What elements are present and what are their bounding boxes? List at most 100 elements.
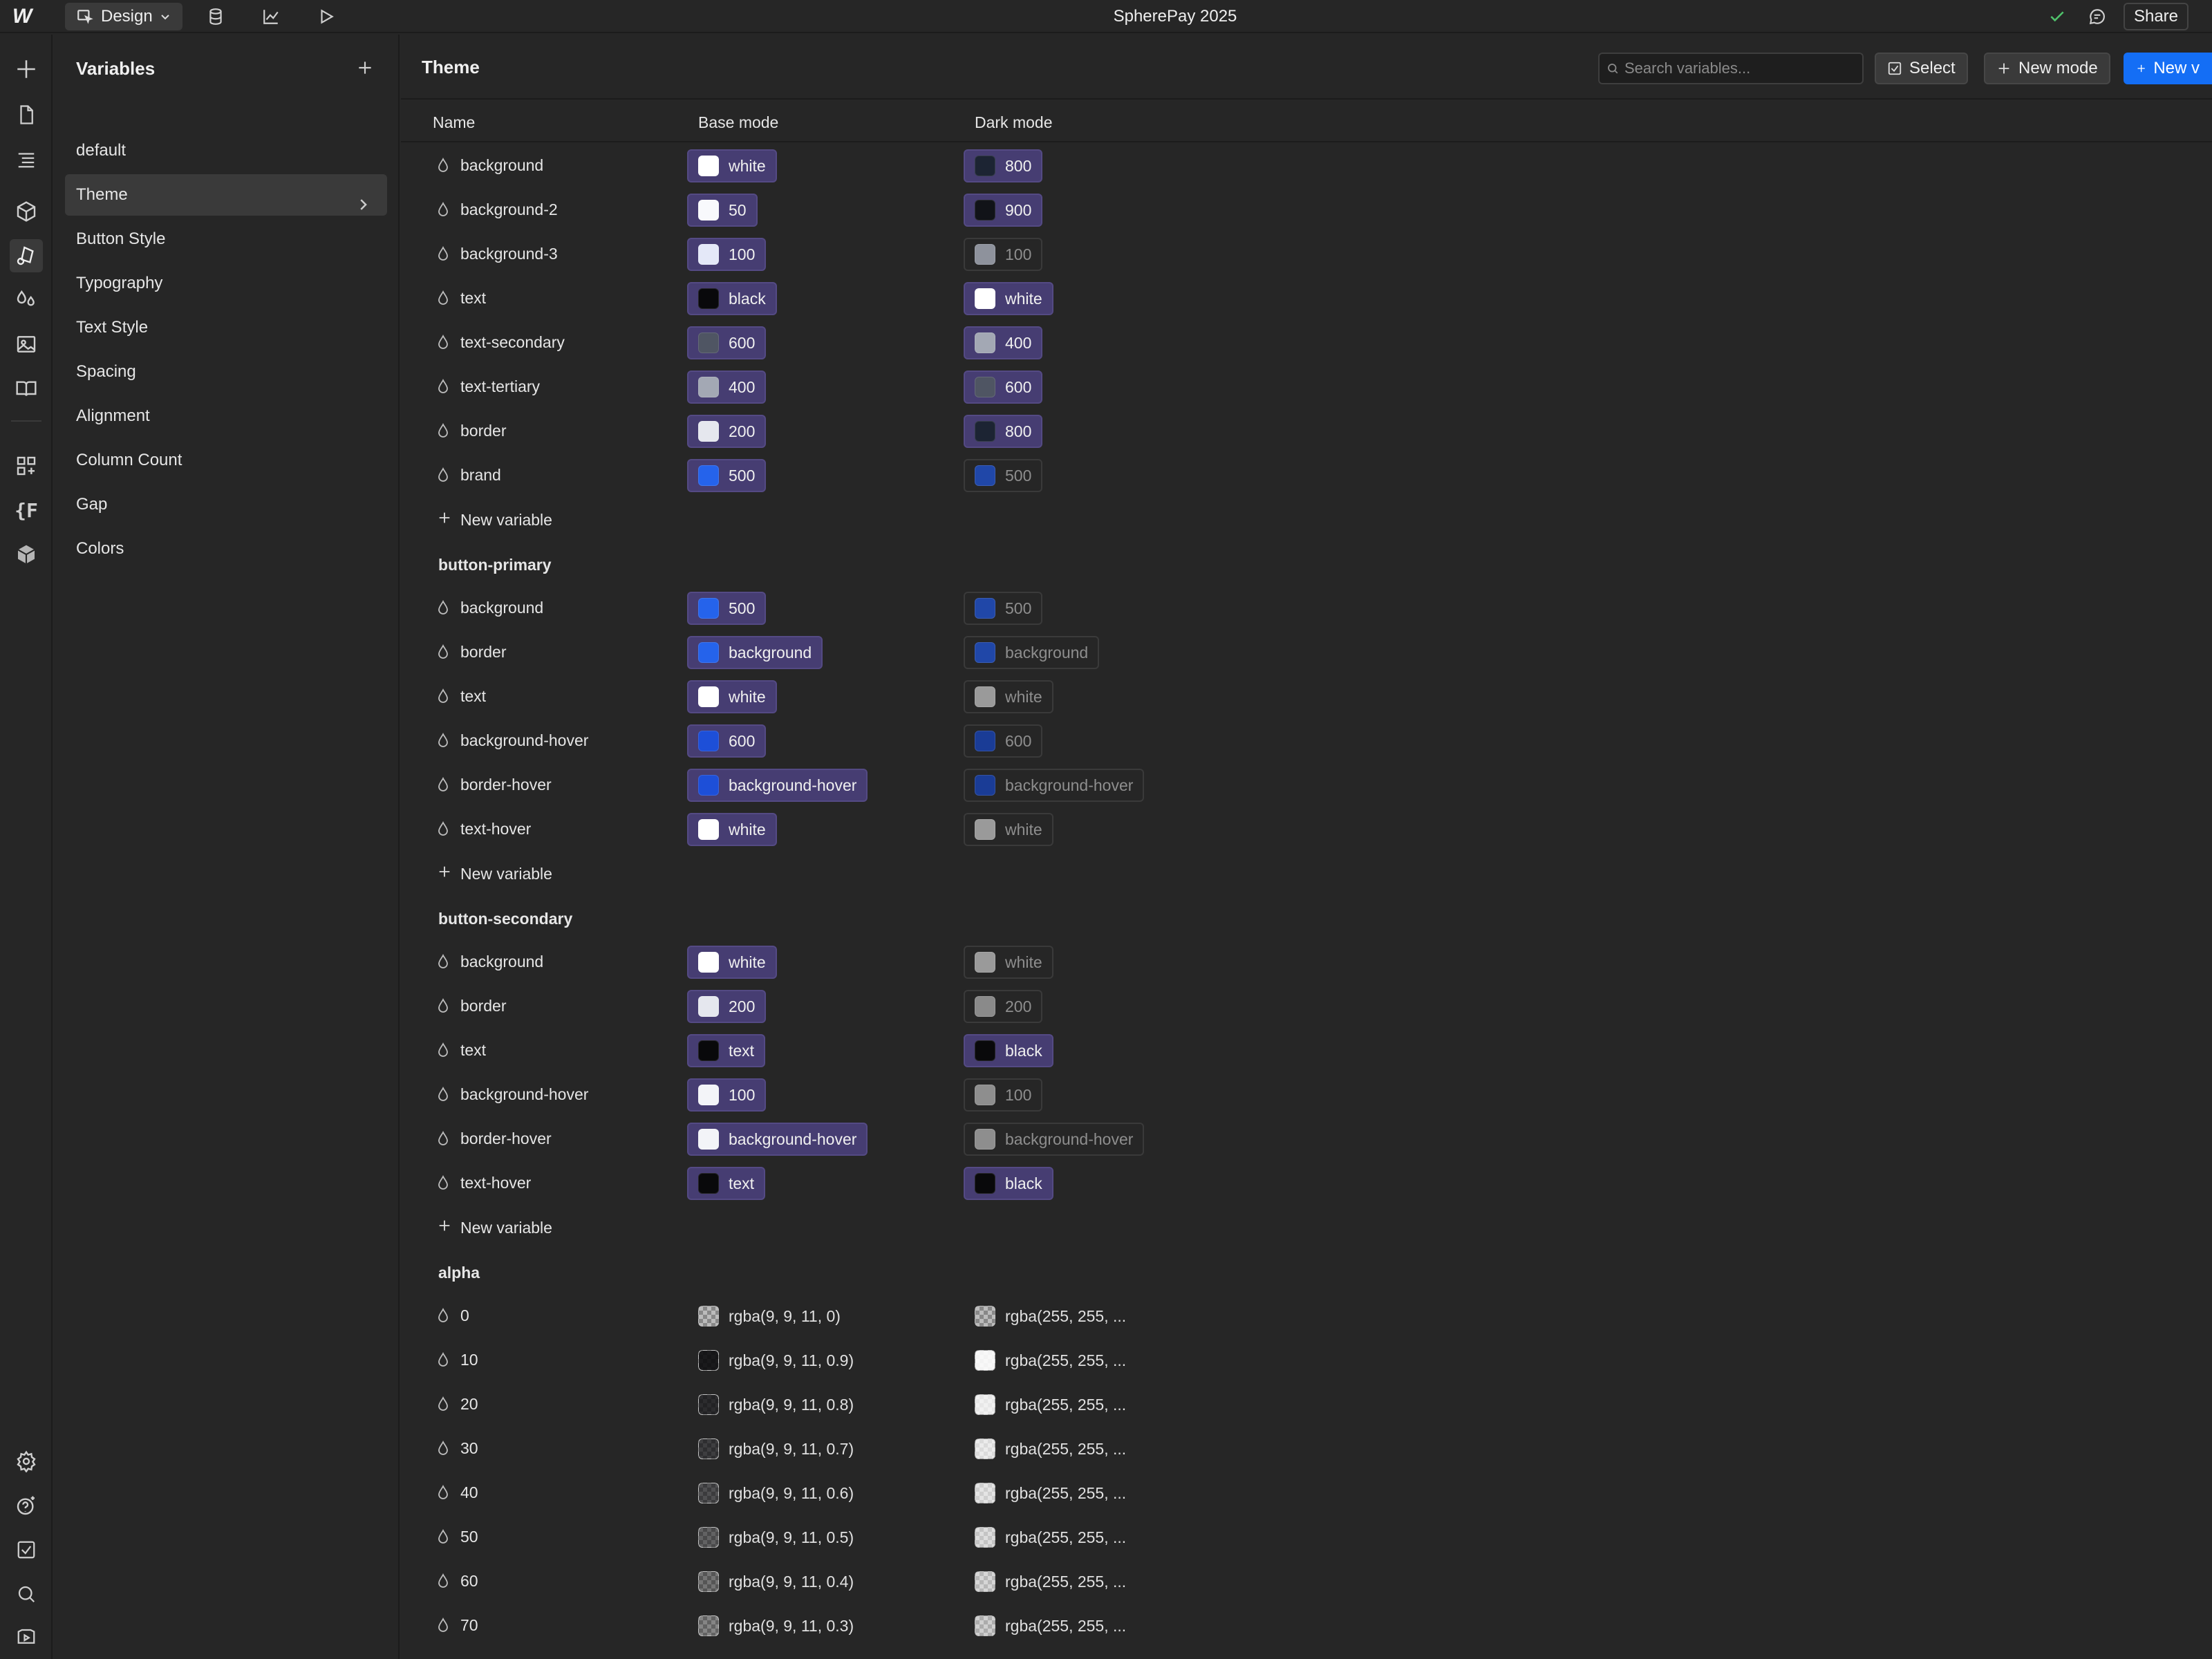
dark-mode-value[interactable]: 100: [964, 1078, 1043, 1112]
base-mode-value[interactable]: background-hover: [687, 769, 868, 802]
assets-icon[interactable]: [10, 328, 43, 361]
base-mode-value[interactable]: 500: [687, 592, 767, 625]
dark-mode-value[interactable]: rgba(255, 255, ...: [964, 1432, 1136, 1465]
new-variable-button[interactable]: New variable: [437, 864, 552, 883]
dark-mode-value[interactable]: white: [964, 946, 1053, 979]
dark-mode-value[interactable]: 100: [964, 238, 1043, 271]
add-element-icon[interactable]: [10, 53, 43, 86]
base-mode-value[interactable]: 500: [687, 459, 767, 492]
base-mode-value[interactable]: rgba(9, 9, 11, 0): [687, 1300, 850, 1333]
dark-mode-value[interactable]: white: [964, 680, 1053, 713]
base-mode-value[interactable]: rgba(9, 9, 11, 0.3): [687, 1609, 863, 1642]
dark-mode-value[interactable]: rgba(255, 255, ...: [964, 1477, 1136, 1510]
base-mode-value[interactable]: white: [687, 946, 777, 979]
play-icon[interactable]: [315, 6, 337, 28]
base-mode-value[interactable]: 600: [687, 724, 767, 758]
base-mode-value[interactable]: 200: [687, 415, 767, 448]
help-icon[interactable]: [10, 1489, 43, 1522]
table-row[interactable]: background-hover 100 100: [401, 1073, 2212, 1117]
table-row[interactable]: text-tertiary 400 600: [401, 365, 2212, 409]
table-row[interactable]: 0 rgba(9, 9, 11, 0) rgba(255, 255, ...: [401, 1294, 2212, 1338]
add-collection-button[interactable]: [351, 54, 379, 82]
collection-item[interactable]: Spacing: [65, 351, 387, 393]
dark-mode-value[interactable]: rgba(255, 255, ...: [964, 1565, 1136, 1598]
base-mode-value[interactable]: rgba(9, 9, 11, 0.5): [687, 1521, 863, 1554]
table-row[interactable]: background white white: [401, 940, 2212, 984]
dark-mode-value[interactable]: background-hover: [964, 1123, 1145, 1156]
dark-mode-value[interactable]: 800: [964, 149, 1043, 182]
dark-mode-value[interactable]: black: [964, 1034, 1053, 1067]
comment-icon[interactable]: [2086, 6, 2108, 28]
collection-item[interactable]: Button Style: [65, 218, 387, 260]
webflow-logo-icon[interactable]: W: [12, 6, 41, 28]
dark-mode-value[interactable]: background-hover: [964, 769, 1145, 802]
base-mode-value[interactable]: 100: [687, 238, 767, 271]
table-row[interactable]: 20 rgba(9, 9, 11, 0.8) rgba(255, 255, ...: [401, 1382, 2212, 1427]
share-button[interactable]: Share: [2124, 3, 2188, 30]
table-row[interactable]: text-hover text black: [401, 1161, 2212, 1206]
new-variable-button[interactable]: New variable: [437, 1218, 552, 1237]
base-mode-value[interactable]: rgba(9, 9, 11, 0.8): [687, 1388, 863, 1421]
search-box[interactable]: [1598, 53, 1864, 84]
finsweet-icon[interactable]: {F: [10, 494, 43, 527]
table-row[interactable]: 40 rgba(9, 9, 11, 0.6) rgba(255, 255, ...: [401, 1471, 2212, 1515]
base-mode-value[interactable]: background: [687, 636, 823, 669]
box-app-icon[interactable]: [10, 538, 43, 571]
table-row[interactable]: border-hover background-hover background-h…: [401, 763, 2212, 807]
new-variable-button[interactable]: New variable: [437, 510, 552, 529]
cms-book-icon[interactable]: [10, 372, 43, 405]
dark-mode-value[interactable]: rgba(255, 255, ...: [964, 1300, 1136, 1333]
select-button[interactable]: Select: [1875, 53, 1968, 84]
table-row[interactable]: background 500 500: [401, 586, 2212, 630]
analytics-icon[interactable]: [260, 6, 282, 28]
search-input[interactable]: [1624, 59, 1853, 77]
collection-item[interactable]: Column Count: [65, 440, 387, 481]
dark-mode-value[interactable]: black: [964, 1167, 1053, 1200]
video-tutorial-icon[interactable]: [10, 1620, 43, 1653]
base-mode-value[interactable]: 600: [687, 326, 767, 359]
collection-item[interactable]: Text Style: [65, 307, 387, 348]
table-row[interactable]: border 200 800: [401, 409, 2212, 453]
dark-mode-value[interactable]: white: [964, 282, 1053, 315]
table-row[interactable]: background-3 100 100: [401, 232, 2212, 276]
apps-icon[interactable]: [10, 449, 43, 482]
table-row[interactable]: 10 rgba(9, 9, 11, 0.9) rgba(255, 255, ...: [401, 1338, 2212, 1382]
base-mode-value[interactable]: white: [687, 813, 777, 846]
base-mode-value[interactable]: rgba(9, 9, 11, 0.6): [687, 1477, 863, 1510]
dark-mode-value[interactable]: 600: [964, 371, 1043, 404]
collection-item[interactable]: Alignment: [65, 395, 387, 437]
table-row[interactable]: text text black: [401, 1029, 2212, 1073]
table-row[interactable]: text-hover white white: [401, 807, 2212, 852]
collection-item[interactable]: Gap: [65, 484, 387, 525]
table-row[interactable]: 60 rgba(9, 9, 11, 0.4) rgba(255, 255, ...: [401, 1559, 2212, 1604]
search-icon[interactable]: [10, 1577, 43, 1611]
dark-mode-value[interactable]: 500: [964, 459, 1043, 492]
col-dark-mode-header[interactable]: Dark mode: [975, 113, 1052, 132]
base-mode-value[interactable]: text: [687, 1034, 766, 1067]
base-mode-value[interactable]: background-hover: [687, 1123, 868, 1156]
dark-mode-value[interactable]: rgba(255, 255, ...: [964, 1344, 1136, 1377]
styles-icon[interactable]: [10, 283, 43, 317]
mode-switcher[interactable]: Design: [65, 3, 182, 30]
table-row[interactable]: brand 500 500: [401, 453, 2212, 498]
new-mode-button[interactable]: New mode: [1984, 53, 2110, 84]
dark-mode-value[interactable]: 200: [964, 990, 1043, 1023]
col-base-mode-header[interactable]: Base mode: [698, 113, 778, 132]
settings-icon[interactable]: [10, 1445, 43, 1478]
base-mode-value[interactable]: rgba(9, 9, 11, 0.4): [687, 1565, 863, 1598]
collection-item[interactable]: default: [65, 130, 387, 171]
dark-mode-value[interactable]: rgba(255, 255, ...: [964, 1388, 1136, 1421]
collection-item[interactable]: Colors: [65, 528, 387, 570]
table-row[interactable]: background-hover 600 600: [401, 719, 2212, 763]
base-mode-value[interactable]: text: [687, 1167, 766, 1200]
pages-icon[interactable]: [10, 98, 43, 131]
dark-mode-value[interactable]: 500: [964, 592, 1043, 625]
collection-item[interactable]: Typography: [65, 263, 387, 304]
table-row[interactable]: 30 rgba(9, 9, 11, 0.7) rgba(255, 255, ...: [401, 1427, 2212, 1471]
database-icon[interactable]: [205, 6, 227, 28]
table-row[interactable]: text black white: [401, 276, 2212, 321]
table-row[interactable]: 50 rgba(9, 9, 11, 0.5) rgba(255, 255, ...: [401, 1515, 2212, 1559]
dark-mode-value[interactable]: rgba(255, 255, ...: [964, 1521, 1136, 1554]
dark-mode-value[interactable]: white: [964, 813, 1053, 846]
dark-mode-value[interactable]: background: [964, 636, 1100, 669]
